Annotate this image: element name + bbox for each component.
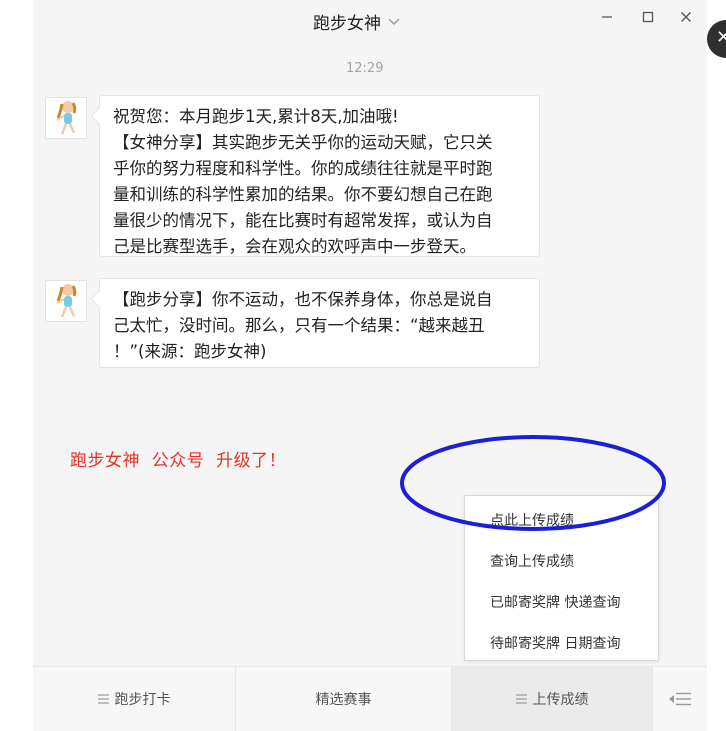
menu-button-upload-results[interactable]: 上传成绩 [452, 667, 653, 731]
minimize-icon[interactable] [596, 7, 618, 27]
chevron-down-icon[interactable] [387, 14, 401, 28]
sender-avatar[interactable] [45, 280, 87, 322]
submenu-item-query-result[interactable]: 查询上传成绩 [490, 551, 574, 571]
bottom-menu-bar: 跑步打卡 精选赛事 上传成绩 [33, 666, 707, 731]
left-background [0, 0, 33, 731]
submenu-item-pending-medal[interactable]: 待邮寄奖牌 日期查询 [490, 633, 620, 653]
message-bubble[interactable]: 【跑步分享】你不运动，也不保养身体，你总是说自 己太忙，没时间。那么，只有一个结… [99, 278, 540, 368]
message-bubble[interactable]: 祝贺您：本月跑步1天,累计8天,加油哦! 【女神分享】其实跑步无关乎你的运动天赋… [99, 95, 540, 257]
message-line: 己太忙，没时间。那么，只有一个结果：“越来越丑 [113, 316, 485, 335]
submenu-item-shipped-medal[interactable]: 已邮寄奖牌 快递查询 [490, 592, 620, 612]
submenu-item-upload-result[interactable]: 点此上传成绩 [490, 510, 574, 530]
message-line: 【女神分享】其实跑步无关乎你的运动天赋，它只关 [113, 133, 493, 152]
message-line: 量和训练的科学性累加的结果。你不要幻想自己在跑 [113, 185, 493, 204]
upgrade-annotation-text: 跑步女神 公众号 升级了！ [70, 451, 287, 471]
menu-button-featured-events[interactable]: 精选赛事 [236, 667, 452, 731]
message-line: ！”(来源：跑步女神) [113, 342, 267, 361]
submenu-popup: 点此上传成绩 查询上传成绩 已邮寄奖牌 快递查询 待邮寄奖牌 日期查询 [464, 495, 659, 661]
right-background [707, 0, 726, 731]
maximize-icon[interactable] [637, 7, 659, 27]
menu-button-label: 跑步打卡 [114, 692, 171, 708]
menu-lines-icon [515, 694, 527, 704]
menu-button-label: 精选赛事 [315, 692, 372, 708]
close-icon[interactable] [675, 7, 697, 27]
message-line: 量很少的情况下，能在比赛时有超常发挥，或认为自 [113, 211, 493, 230]
message-line: 乎你的努力程度和科学性。你的成绩往往就是平时跑 [113, 159, 493, 178]
chat-title: 跑步女神 [313, 13, 381, 34]
message-timestamp: 12:29 [346, 61, 384, 76]
message-line: 【跑步分享】你不运动，也不保养身体，你总是说自 [113, 290, 493, 309]
sender-avatar[interactable] [45, 97, 87, 139]
message-line: 己是比赛型选手，会在观众的欢呼声中一步登天。 [113, 237, 476, 256]
keyboard-toggle-icon[interactable] [653, 667, 707, 731]
menu-button-label: 上传成绩 [532, 692, 589, 708]
menu-lines-icon [97, 694, 109, 704]
menu-button-run-checkin[interactable]: 跑步打卡 [33, 667, 236, 731]
title-bar[interactable]: 跑步女神 [313, 9, 401, 34]
message-line: 祝贺您：本月跑步1天,累计8天,加油哦! [113, 107, 399, 126]
runner-girl-avatar-icon [56, 101, 77, 135]
runner-girl-avatar-icon [56, 284, 77, 318]
